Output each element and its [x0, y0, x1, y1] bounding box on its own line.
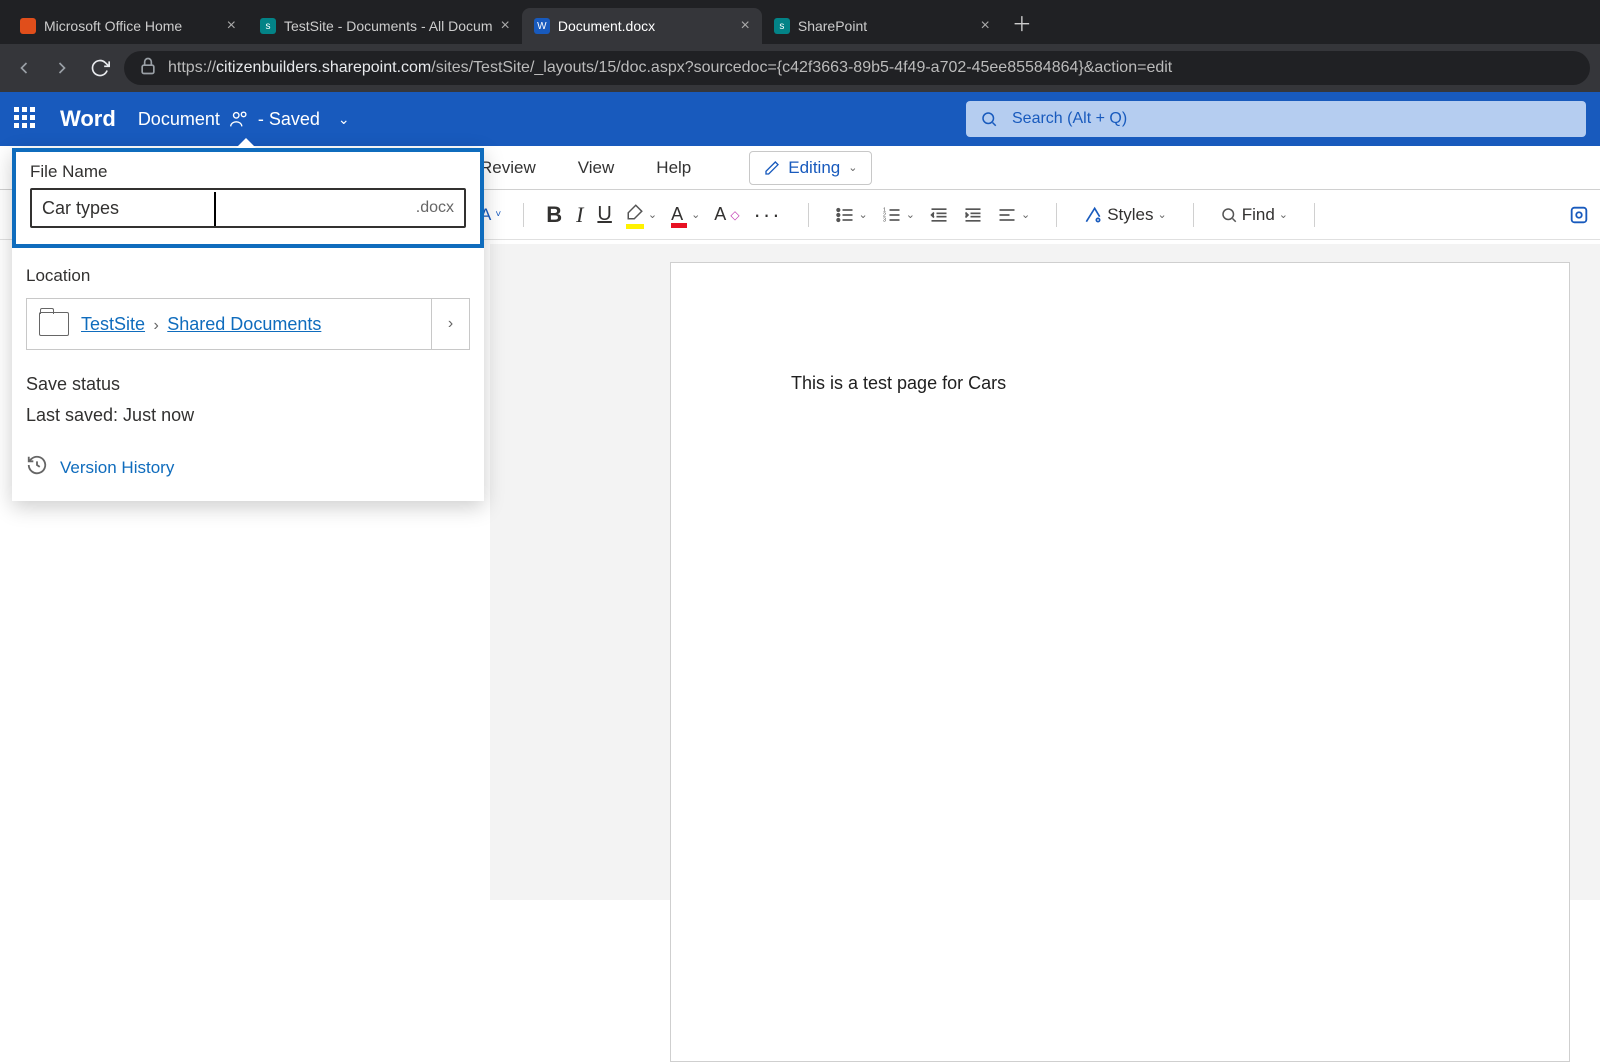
file-extension: .docx: [416, 199, 454, 217]
chevron-down-icon: ⌄: [906, 208, 915, 221]
app-name[interactable]: Word: [60, 106, 116, 132]
version-history-label: Version History: [60, 458, 174, 478]
file-name-popover: File Name .docx Location TestSite › Shar…: [12, 148, 484, 501]
new-tab-button[interactable]: ＋: [1012, 8, 1032, 37]
browser-tab-strip: Microsoft Office Home × s TestSite - Doc…: [0, 0, 1600, 44]
chevron-down-icon: ⌄: [691, 208, 700, 221]
styles-button[interactable]: Styles ⌄: [1083, 205, 1167, 225]
back-button[interactable]: [10, 54, 38, 82]
document-canvas: This is a test page for Cars: [490, 244, 1600, 900]
location-section: Location TestSite › Shared Documents ›: [12, 248, 484, 350]
text-cursor: [214, 192, 216, 226]
search-icon: [980, 110, 998, 128]
save-status-value: Last saved: Just now: [26, 405, 470, 426]
forward-button[interactable]: [48, 54, 76, 82]
ribbon-tab-view[interactable]: View: [574, 150, 619, 186]
ribbon-tab-review[interactable]: Review: [476, 150, 540, 186]
align-button[interactable]: ⌄: [997, 205, 1030, 225]
highlight-button[interactable]: ⌄: [626, 203, 657, 226]
document-page[interactable]: This is a test page for Cars: [670, 262, 1570, 1062]
browser-tab[interactable]: s SharePoint ×: [762, 8, 1002, 44]
reload-button[interactable]: [86, 54, 114, 82]
pencil-icon: [764, 160, 780, 176]
decrease-indent-button[interactable]: [929, 205, 949, 225]
location-expand-button[interactable]: ›: [432, 298, 470, 350]
breadcrumb-library[interactable]: Shared Documents: [167, 314, 321, 334]
close-icon[interactable]: ×: [501, 17, 510, 35]
close-icon[interactable]: ×: [227, 17, 236, 35]
lock-icon: [138, 56, 158, 81]
chevron-down-icon: ⌄: [648, 208, 657, 221]
italic-button[interactable]: I: [576, 202, 583, 228]
styles-icon: [1083, 205, 1103, 225]
app-launcher-icon[interactable]: [14, 107, 38, 131]
bold-button[interactable]: B: [546, 202, 562, 228]
editing-mode-button[interactable]: Editing ⌄: [749, 151, 872, 185]
saved-status: - Saved: [258, 109, 320, 130]
save-status-section: Save status Last saved: Just now: [12, 350, 484, 426]
history-icon: [26, 454, 48, 481]
document-title-bar[interactable]: Document - Saved ⌄: [138, 108, 350, 130]
font-color-button[interactable]: A ⌄: [671, 204, 700, 225]
chevron-down-icon: ⌄: [1021, 208, 1030, 221]
file-name-label: File Name: [30, 162, 466, 182]
underline-button[interactable]: U: [597, 203, 611, 226]
favicon: s: [260, 18, 276, 34]
svg-text:3: 3: [883, 217, 886, 223]
close-icon[interactable]: ×: [981, 17, 990, 35]
favicon: [20, 18, 36, 34]
ribbon-tab-help[interactable]: Help: [652, 150, 695, 186]
location-label: Location: [26, 266, 470, 286]
tab-title: SharePoint: [798, 18, 973, 34]
file-name-input[interactable]: [42, 198, 416, 219]
file-name-input-wrap[interactable]: .docx: [30, 188, 466, 228]
tab-title: Microsoft Office Home: [44, 18, 219, 34]
clear-formatting-button[interactable]: A◇: [714, 204, 739, 225]
chevron-down-icon: ⌄: [1157, 208, 1166, 221]
chevron-down-icon: ⌄: [1279, 208, 1288, 221]
dictate-button[interactable]: [1568, 204, 1590, 226]
favicon: s: [774, 18, 790, 34]
editing-label: Editing: [788, 158, 840, 178]
browser-tab[interactable]: Microsoft Office Home ×: [8, 8, 248, 44]
close-icon[interactable]: ×: [741, 17, 750, 35]
more-formatting-button[interactable]: ···: [754, 202, 782, 228]
url-input[interactable]: https://citizenbuilders.sharepoint.com/s…: [124, 51, 1590, 85]
version-history-button[interactable]: Version History: [12, 426, 484, 481]
document-body-text[interactable]: This is a test page for Cars: [791, 373, 1449, 394]
tab-title: Document.docx: [558, 18, 733, 34]
people-icon: [228, 108, 250, 130]
find-button[interactable]: Find ⌄: [1220, 205, 1288, 225]
browser-tab[interactable]: s TestSite - Documents - All Docum ×: [248, 8, 522, 44]
bullets-button[interactable]: ⌄: [835, 205, 868, 225]
chevron-down-icon: ⌄: [848, 161, 857, 174]
browser-tab-active[interactable]: W Document.docx ×: [522, 8, 762, 44]
browser-address-bar: https://citizenbuilders.sharepoint.com/s…: [0, 44, 1600, 92]
callout-arrow: [236, 138, 256, 148]
find-label: Find: [1242, 205, 1275, 225]
search-input[interactable]: Search (Alt + Q): [966, 101, 1586, 137]
increase-indent-button[interactable]: [963, 205, 983, 225]
chevron-down-icon: ⌄: [859, 208, 868, 221]
numbering-button[interactable]: 123 ⌄: [882, 205, 915, 225]
search-icon: [1220, 206, 1238, 224]
save-status-label: Save status: [26, 374, 470, 395]
chevron-down-icon[interactable]: ⌄: [338, 111, 350, 128]
location-breadcrumb[interactable]: TestSite › Shared Documents: [26, 298, 432, 350]
breadcrumb-site[interactable]: TestSite: [81, 314, 145, 334]
highlighter-icon: [626, 203, 644, 221]
tab-title: TestSite - Documents - All Docum: [284, 18, 493, 34]
document-name: Document: [138, 109, 220, 130]
favicon: W: [534, 18, 550, 34]
file-name-section: File Name .docx: [12, 148, 484, 248]
breadcrumb-separator: ›: [153, 317, 158, 334]
url-text: https://citizenbuilders.sharepoint.com/s…: [168, 59, 1172, 77]
folder-icon: [39, 312, 69, 336]
styles-label: Styles: [1107, 205, 1153, 225]
search-placeholder: Search (Alt + Q): [1012, 110, 1127, 128]
